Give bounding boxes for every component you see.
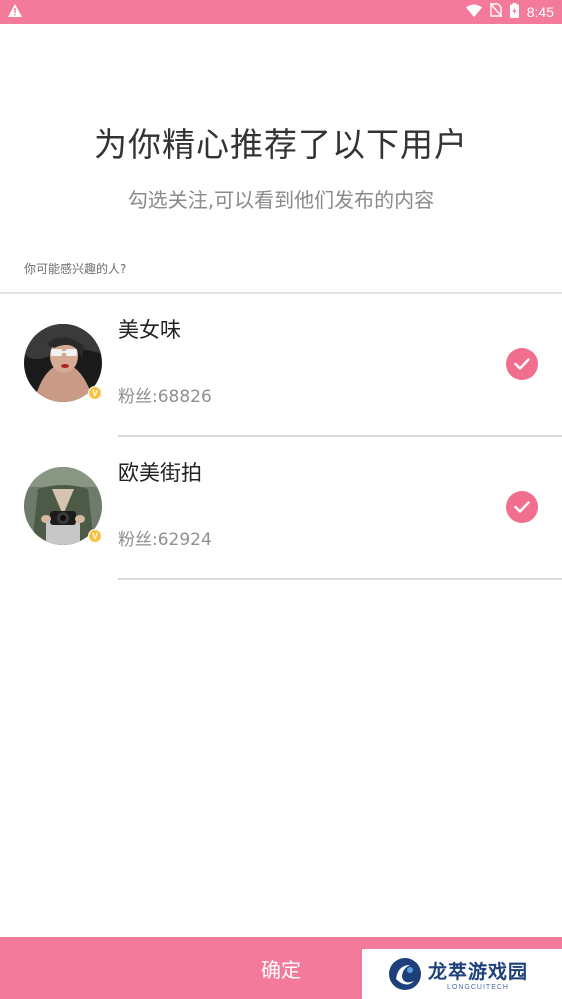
- wifi-icon: [465, 4, 482, 21]
- battery-charging-icon: [509, 2, 519, 22]
- page-subtitle: 勾选关注,可以看到他们发布的内容: [127, 188, 435, 212]
- watermark-title: 龙萃游戏园: [428, 961, 529, 983]
- user-fans-count: 粉丝:62924: [118, 530, 212, 550]
- avatar-container: V: [24, 324, 102, 402]
- user-name: 美女味: [118, 318, 181, 342]
- verified-badge: V: [88, 529, 102, 543]
- watermark: 龙萃游戏园 LONGCUITECH: [362, 949, 562, 999]
- user-fans-count: 粉丝:68826: [118, 387, 212, 407]
- follow-check-button[interactable]: [506, 491, 538, 523]
- checkmark-icon: [514, 498, 530, 517]
- no-sim-icon: [489, 2, 503, 21]
- status-time: 8:45: [526, 4, 554, 20]
- confirm-button-label: 确定: [261, 957, 301, 982]
- watermark-subtitle: LONGCUITECH: [447, 984, 509, 991]
- brand-logo-icon: [388, 957, 422, 991]
- row-divider: [118, 578, 562, 580]
- status-bar: 8:45: [0, 0, 562, 24]
- section-label: 你可能感兴趣的人?: [24, 262, 127, 276]
- warning-icon: [8, 3, 22, 21]
- page-title: 为你精心推荐了以下用户: [94, 125, 468, 164]
- checkmark-icon: [514, 355, 530, 374]
- user-row[interactable]: V 美女味 粉丝:68826: [0, 294, 562, 437]
- follow-check-button[interactable]: [506, 348, 538, 380]
- verified-badge: V: [88, 386, 102, 400]
- avatar-container: V: [24, 467, 102, 545]
- user-row[interactable]: V 欧美街拍 粉丝:62924: [0, 437, 562, 580]
- user-name: 欧美街拍: [118, 461, 202, 485]
